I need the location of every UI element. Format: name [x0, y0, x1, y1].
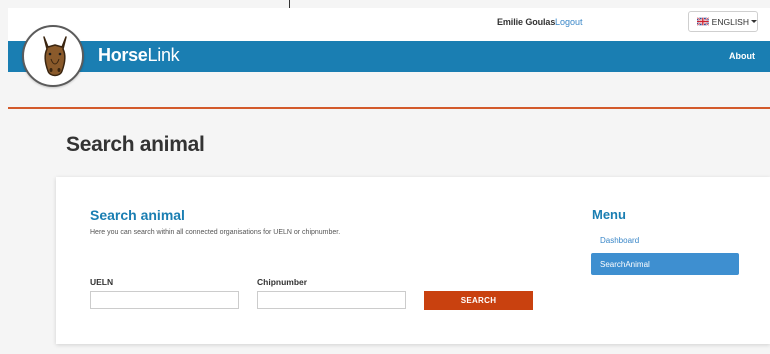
search-card-description: Here you can search within all connected… — [90, 229, 341, 236]
chipnumber-input[interactable] — [257, 291, 406, 309]
user-name: Emilie Goulas — [497, 17, 556, 27]
navbar: HorseLink About — [8, 41, 770, 72]
caret-down-icon — [751, 20, 757, 23]
menu-title: Menu — [592, 207, 626, 222]
menu-item-dashboard[interactable]: Dashboard — [591, 229, 739, 251]
header-divider — [8, 107, 770, 109]
horse-logo[interactable] — [22, 25, 84, 87]
ueln-label: UELN — [90, 277, 114, 287]
brand-bold: Horse — [98, 45, 148, 65]
language-dropdown[interactable]: ENGLISH — [688, 11, 758, 32]
language-label: ENGLISH — [711, 16, 749, 27]
search-card-title: Search animal — [90, 207, 185, 223]
brand-light: Link — [147, 45, 180, 65]
page-title: Search animal — [66, 133, 205, 156]
brand-name[interactable]: HorseLink — [98, 45, 180, 66]
logout-link[interactable]: Logout — [555, 17, 583, 27]
chipnumber-label: Chipnumber — [257, 277, 308, 287]
horse-head-icon — [43, 36, 67, 77]
search-card: Search animal Here you can search within… — [56, 177, 770, 344]
uk-flag-icon — [697, 17, 709, 26]
top-bar: Emilie Goulas Logout ENGLISH — [0, 0, 770, 41]
menu-item-search-animal[interactable]: SearchAnimal — [591, 253, 739, 275]
top-bar-panel — [8, 8, 770, 41]
about-link[interactable]: About — [729, 51, 755, 61]
ueln-input[interactable] — [90, 291, 239, 309]
search-button[interactable]: SEARCH — [424, 291, 533, 310]
